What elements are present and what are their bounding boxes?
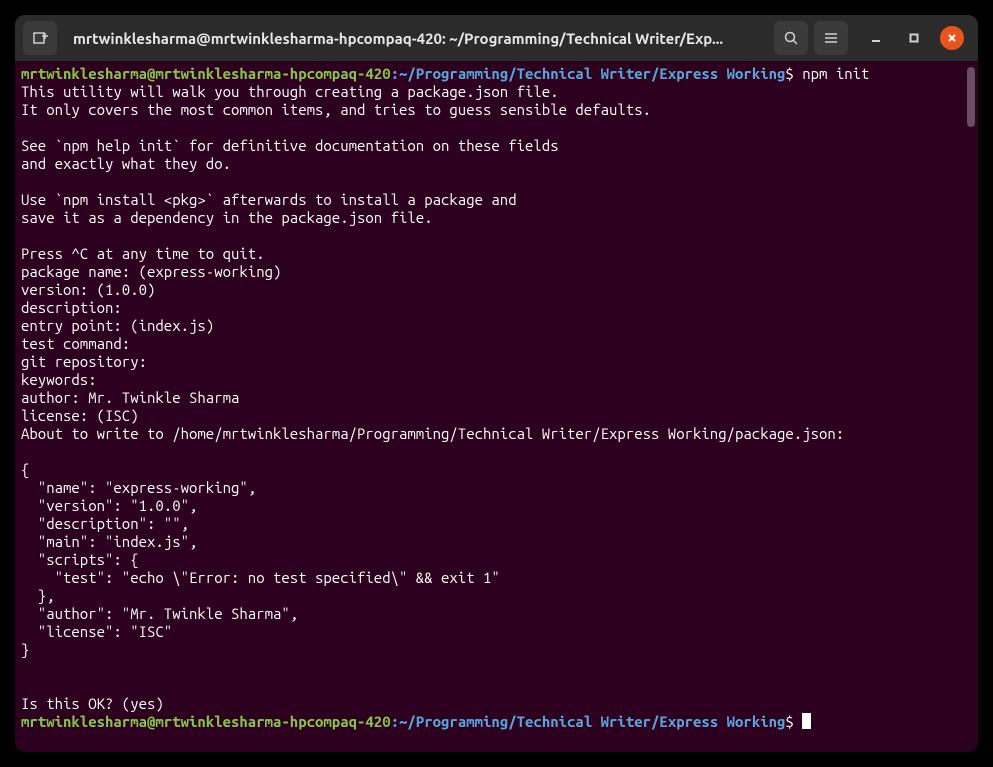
json-line: "name": "express-working",: [21, 479, 256, 496]
window-controls: [864, 26, 964, 50]
prompt-colon: :: [391, 65, 399, 82]
output-line: Press ^C at any time to quit.: [21, 245, 265, 262]
json-line: {: [21, 461, 29, 478]
output-line: This utility will walk you through creat…: [21, 83, 559, 100]
prompt-line: package name: (express-working): [21, 263, 290, 280]
titlebar: mrtwinklesharma@mrtwinklesharma-hpcompaq…: [15, 15, 978, 61]
terminal-window: mrtwinklesharma@mrtwinklesharma-hpcompaq…: [15, 15, 978, 752]
prompt-path: ~/Programming/Technical Writer/Express W…: [399, 65, 785, 82]
prompt-path: ~/Programming/Technical Writer/Express W…: [399, 713, 785, 730]
cursor: [802, 713, 811, 729]
json-line: "main": "index.js",: [21, 533, 197, 550]
prompt-line: author: Mr. Twinkle Sharma: [21, 389, 239, 406]
json-line: "author": "Mr. Twinkle Sharma",: [21, 605, 298, 622]
close-button[interactable]: [940, 26, 964, 50]
json-line: "test": "echo \"Error: no test specified…: [21, 569, 500, 586]
json-line: "license": "ISC": [21, 623, 172, 640]
prompt-line: git repository:: [21, 353, 155, 370]
prompt-line: keywords:: [21, 371, 105, 388]
window-title: mrtwinklesharma@mrtwinklesharma-hpcompaq…: [73, 30, 768, 47]
output-line: and exactly what they do.: [21, 155, 231, 172]
output-line: Use `npm install <pkg>` afterwards to in…: [21, 191, 517, 208]
prompt-user: mrtwinklesharma@mrtwinklesharma-hpcompaq…: [21, 65, 391, 82]
json-line: },: [21, 587, 55, 604]
json-line: "description": "",: [21, 515, 189, 532]
terminal-content: mrtwinklesharma@mrtwinklesharma-hpcompaq…: [19, 65, 974, 731]
minimize-button[interactable]: [864, 26, 888, 50]
prompt-line: version: (1.0.0): [21, 281, 164, 298]
close-icon: [946, 32, 958, 44]
output-line: save it as a dependency in the package.j…: [21, 209, 433, 226]
prompt-dollar: $: [785, 65, 793, 82]
prompt-line: license: (ISC): [21, 407, 147, 424]
maximize-icon: [908, 32, 920, 44]
prompt-line: entry point: (index.js): [21, 317, 223, 334]
search-button[interactable]: [774, 21, 808, 55]
hamburger-icon: [823, 30, 839, 46]
command-text: npm init: [794, 65, 870, 82]
prompt-user: mrtwinklesharma@mrtwinklesharma-hpcompaq…: [21, 713, 391, 730]
prompt-line: description:: [21, 299, 130, 316]
terminal-body[interactable]: mrtwinklesharma@mrtwinklesharma-hpcompaq…: [15, 61, 978, 752]
menu-button[interactable]: [814, 21, 848, 55]
search-icon: [783, 30, 799, 46]
prompt-dollar: $: [785, 713, 793, 730]
maximize-button[interactable]: [902, 26, 926, 50]
prompt-line: test command:: [21, 335, 139, 352]
new-tab-button[interactable]: [23, 21, 57, 55]
output-line: About to write to /home/mrtwinklesharma/…: [21, 425, 844, 442]
scrollbar[interactable]: [967, 67, 975, 127]
json-line: "version": "1.0.0",: [21, 497, 197, 514]
prompt-colon: :: [391, 713, 399, 730]
minimize-icon: [870, 32, 882, 44]
output-line: See `npm help init` for definitive docum…: [21, 137, 559, 154]
new-tab-icon: [32, 30, 48, 46]
confirm-line: Is this OK? (yes): [21, 695, 172, 712]
output-line: It only covers the most common items, an…: [21, 101, 651, 118]
json-line: }: [21, 641, 29, 658]
json-line: "scripts": {: [21, 551, 139, 568]
